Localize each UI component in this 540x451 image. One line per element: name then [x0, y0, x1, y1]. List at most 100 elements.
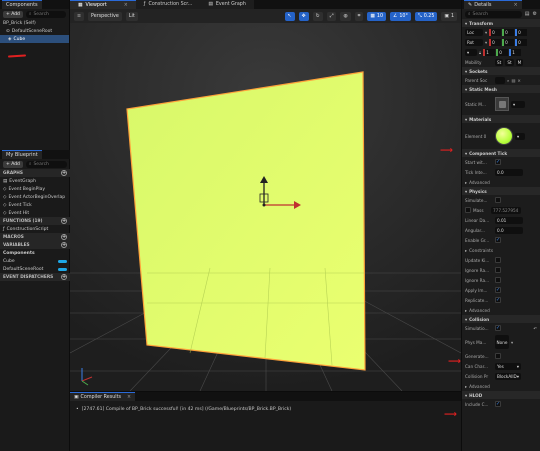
material-thumbnail[interactable] [495, 127, 513, 145]
component-tick-header[interactable]: ▾ Component Tick [462, 149, 540, 157]
ignore-radial-force-checkbox[interactable] [495, 277, 501, 283]
scale-y-field[interactable]: 0 [496, 48, 509, 56]
filter-icon[interactable]: ▤ [525, 11, 530, 17]
location-x-field[interactable]: 0 [489, 28, 502, 36]
tick-interval-field[interactable]: 0.0 [495, 168, 523, 176]
materials-header[interactable]: ▾ Materials [462, 115, 540, 123]
rotate-icon[interactable]: ↻ [312, 11, 323, 21]
rotation-dropdown[interactable]: Rot [465, 38, 483, 46]
mass-field[interactable]: 777.527954 [491, 206, 521, 214]
location-z-field[interactable]: 0 [515, 28, 528, 36]
angular-damping-field[interactable]: 0.0 [495, 226, 523, 234]
components-search-input[interactable]: ⌕ Search [25, 10, 66, 18]
mobility-stationary-button[interactable]: St [505, 58, 514, 66]
collision-header[interactable]: ▾ Collision [462, 315, 540, 323]
tab-my-blueprint[interactable]: My Blueprint [2, 150, 42, 159]
scale-icon[interactable]: ⤢ [326, 11, 337, 21]
tab-components[interactable]: Components [2, 0, 42, 9]
replicate-physics-checkbox[interactable]: ✓ [495, 297, 501, 303]
blueprint-search-input[interactable]: ⌕ Search [25, 160, 67, 168]
parent-socket-field[interactable] [495, 76, 505, 84]
mobility-static-button[interactable]: St [495, 58, 504, 66]
rotation-y-field[interactable]: 0 [502, 38, 515, 46]
scale-z-field[interactable]: 1 [509, 48, 522, 56]
hlod-header[interactable]: ▾ HLOD [462, 391, 540, 399]
apply-impulse-checkbox[interactable]: ✓ [495, 287, 501, 293]
select-mode-icon[interactable]: ↖ [284, 11, 295, 21]
details-search-input[interactable]: ⌕ Search [465, 10, 522, 18]
ignore-radial-impulse-checkbox[interactable] [495, 267, 501, 273]
graph-item-beginplay[interactable]: ◇ Event BeginPlay [0, 185, 70, 193]
static-mesh-header[interactable]: ▾ Static Mesh [462, 85, 540, 93]
variable-item-defaultsceneroot[interactable]: DefaultSceneRoot [0, 265, 70, 273]
tree-item-defaultsceneroot[interactable]: ⊙ DefaultSceneRoot [0, 27, 69, 35]
variables-components-group[interactable]: Components [0, 249, 70, 257]
tree-item-self[interactable]: BP_Brick (Self) [0, 19, 69, 27]
simulate-physics-checkbox[interactable] [495, 197, 501, 203]
close-icon[interactable]: × [127, 395, 131, 400]
graphs-header[interactable]: GRAPHS + [0, 169, 70, 177]
reset-icon[interactable]: ↶ [533, 326, 537, 331]
sockets-header[interactable]: ▾ Sockets [462, 67, 540, 75]
advanced-collision-row[interactable]: ▸ Advanced [462, 381, 540, 391]
physics-header[interactable]: ▾ Physics [462, 187, 540, 195]
tab-details[interactable]: ✎ Details × [464, 0, 522, 9]
graph-item-eventgraph[interactable]: ▤ EventGraph [0, 177, 70, 185]
generate-overlap-checkbox[interactable] [495, 353, 501, 359]
variable-item-cube[interactable]: Cube [0, 257, 70, 265]
translate-icon[interactable]: ✥ [298, 11, 309, 21]
rotation-z-field[interactable]: 0 [515, 38, 528, 46]
enable-gravity-checkbox[interactable]: ✓ [495, 237, 501, 243]
close-icon[interactable]: × [514, 2, 518, 8]
constraints-row[interactable]: ▸ Constraints [462, 245, 540, 255]
graph-item-hit[interactable]: ◇ Event Hit [0, 209, 70, 217]
add-macro-icon[interactable]: + [61, 234, 67, 240]
scale-dropdown[interactable]: ▾ [465, 48, 477, 56]
include-component-checkbox[interactable]: ✓ [495, 401, 501, 407]
graph-item-beginoverlap[interactable]: ◇ Event ActorBeginOverlap [0, 193, 70, 201]
mesh-thumbnail[interactable] [495, 97, 509, 111]
add-function-icon[interactable]: + [61, 218, 67, 224]
perspective-button[interactable]: Perspective [88, 11, 122, 21]
graph-item-tick[interactable]: ◇ Event Tick [0, 201, 70, 209]
mobility-movable-button[interactable]: M [515, 58, 524, 66]
advanced-tick-row[interactable]: ▸ Advanced [462, 177, 540, 187]
transform-header[interactable]: ▾ Transform [462, 19, 540, 27]
tab-viewport[interactable]: ▦ Viewport × [70, 0, 136, 9]
collision-presets-dropdown[interactable]: BlockAllD ▾ [495, 372, 521, 380]
start-with-tick-checkbox[interactable]: ✓ [495, 159, 501, 165]
phys-material-thumbnail[interactable]: None [495, 335, 509, 349]
add-dispatcher-icon[interactable]: + [61, 274, 67, 280]
location-dropdown[interactable]: Loc [465, 28, 483, 36]
can-character-step-dropdown[interactable]: Yes ▾ [495, 362, 521, 370]
rotation-x-field[interactable]: 0 [489, 38, 502, 46]
add-component-button[interactable]: + Add [3, 10, 23, 18]
advanced-physics-row[interactable]: ▸ Advanced [462, 305, 540, 315]
location-y-field[interactable]: 0 [502, 28, 515, 36]
camera-speed-button[interactable]: ▣ 1 [441, 11, 457, 21]
rotation-snap-button[interactable]: ∠ 10° [390, 11, 411, 21]
macros-header[interactable]: MACROS + [0, 233, 70, 241]
viewport-canvas[interactable] [70, 23, 461, 391]
close-icon[interactable]: × [124, 3, 128, 8]
tab-construction-script[interactable]: ƒ Construction Scr... [135, 0, 201, 9]
grid-snap-button[interactable]: ▦ 10 [367, 11, 387, 21]
tree-item-cube[interactable]: ◈ Cube [0, 35, 69, 43]
scale-x-field[interactable]: 1 [483, 48, 496, 56]
close-icon[interactable]: × [517, 78, 521, 83]
functions-header[interactable]: FUNCTIONS (19) + [0, 217, 70, 225]
tab-compiler-results[interactable]: ▣ Compiler Results × [70, 392, 136, 401]
add-graph-icon[interactable]: + [61, 170, 67, 176]
lit-button[interactable]: Lit [125, 11, 138, 21]
add-variable-icon[interactable]: + [61, 242, 67, 248]
static-mesh-dropdown[interactable]: ▾ [511, 100, 525, 108]
surface-snap-icon[interactable]: ⌗ [354, 11, 364, 21]
browse-icon[interactable]: ▤ [511, 78, 515, 83]
function-item-constructionscript[interactable]: ƒ ConstructionScript [0, 225, 70, 233]
tab-event-graph[interactable]: ▤ Event Graph [200, 0, 254, 9]
mass-override-checkbox[interactable] [465, 207, 471, 213]
world-icon[interactable]: ◍ [340, 11, 351, 21]
search-icon[interactable]: ⌕ [507, 78, 509, 83]
simulation-generates-hit-checkbox[interactable]: ✓ [495, 325, 501, 331]
viewport-options-button[interactable]: ≡ [74, 11, 85, 21]
